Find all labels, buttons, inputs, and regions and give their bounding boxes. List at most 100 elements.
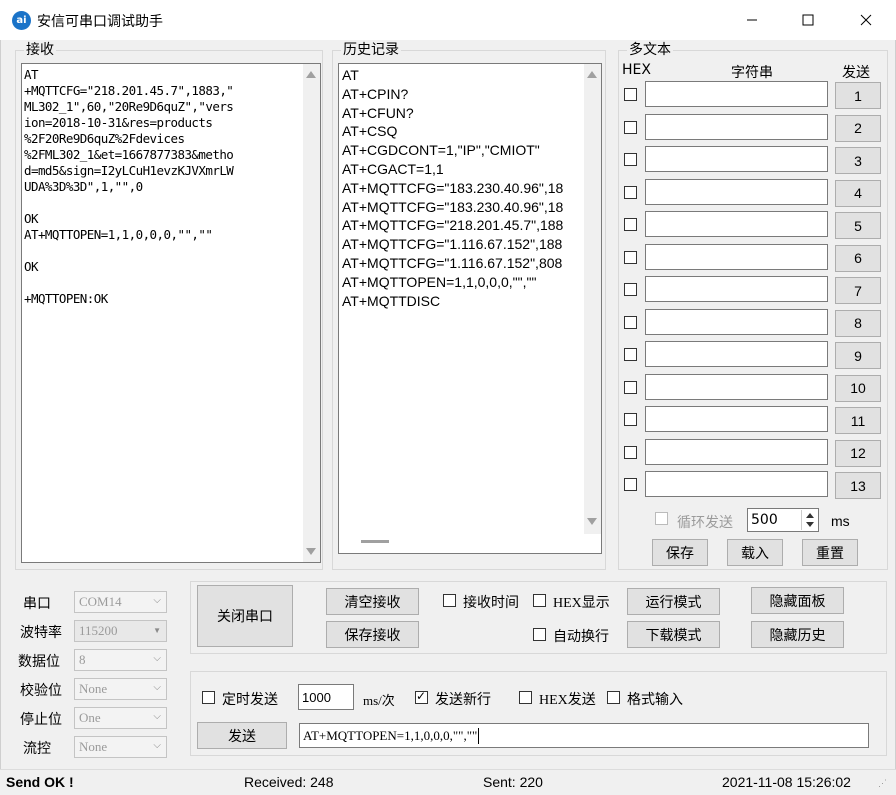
- send-button[interactable]: 发送: [197, 722, 287, 749]
- spin-up-icon[interactable]: [806, 513, 814, 518]
- multitext-hex-checkbox[interactable]: [624, 478, 637, 491]
- reset-multitext-button[interactable]: 重置: [802, 539, 858, 566]
- maximize-button[interactable]: [780, 0, 836, 40]
- databits-select[interactable]: 8 ⌵: [74, 649, 167, 671]
- multitext-hex-checkbox[interactable]: [624, 445, 637, 459]
- multitext-string-input[interactable]: [645, 178, 828, 205]
- multitext-string-input[interactable]: [645, 211, 828, 237]
- multitext-string-input[interactable]: [645, 81, 828, 107]
- chevron-down-icon: ⌵: [153, 653, 161, 664]
- hide-panel-button[interactable]: 隐藏面板: [751, 587, 844, 614]
- multitext-string-input[interactable]: [645, 438, 828, 465]
- multitext-send-button[interactable]: 8: [835, 309, 881, 337]
- scroll-up-icon[interactable]: [587, 71, 597, 78]
- scroll-up-icon[interactable]: [306, 71, 316, 78]
- multitext-hex-checkbox[interactable]: [624, 250, 637, 264]
- timed-send-checkbox[interactable]: [202, 691, 215, 704]
- history-item[interactable]: AT+MQTTCFG="183.230.40.96",18: [342, 198, 580, 217]
- load-multitext-button[interactable]: 载入: [727, 539, 783, 566]
- multitext-string-input[interactable]: [645, 243, 828, 270]
- multitext-string-input[interactable]: [645, 406, 828, 432]
- parity-select[interactable]: None ⌵: [74, 678, 167, 700]
- stopbits-select[interactable]: One ⌵: [74, 707, 167, 729]
- history-vscrollbar[interactable]: [584, 64, 601, 534]
- multitext-send-button[interactable]: 6: [835, 244, 881, 272]
- auto-wrap-checkbox[interactable]: [533, 628, 546, 641]
- multitext-hex-checkbox[interactable]: [624, 348, 637, 361]
- download-mode-button[interactable]: 下载模式: [627, 621, 720, 648]
- spin-down-icon[interactable]: [806, 522, 814, 527]
- interval-unit-label: ms/次: [363, 693, 395, 708]
- receive-textarea[interactable]: AT +MQTTCFG="218.201.45.7",1883," ML302_…: [21, 63, 321, 563]
- multitext-send-button[interactable]: 7: [835, 277, 881, 304]
- close-window-button[interactable]: [838, 0, 894, 40]
- baud-select[interactable]: 115200 ▼: [74, 620, 167, 642]
- history-item[interactable]: AT+MQTTCFG="1.116.67.152",808: [342, 254, 580, 273]
- multitext-hex-checkbox[interactable]: [624, 218, 637, 231]
- multitext-string-input[interactable]: [645, 276, 828, 302]
- history-item[interactable]: AT+MQTTCFG="218.201.45.7",188: [342, 216, 580, 235]
- multitext-send-button[interactable]: 12: [835, 439, 881, 467]
- run-mode-button[interactable]: 运行模式: [627, 588, 720, 615]
- history-item[interactable]: AT+CGACT=1,1: [342, 160, 580, 179]
- title-bar[interactable]: ai 安信可串口调试助手: [0, 0, 896, 40]
- multitext-hex-checkbox[interactable]: [624, 283, 637, 296]
- multitext-string-input[interactable]: [645, 373, 828, 400]
- history-item[interactable]: AT+CFUN?: [342, 104, 580, 123]
- send-input[interactable]: AT+MQTTOPEN=1,1,0,0,0,"","": [299, 723, 869, 748]
- multitext-hex-checkbox[interactable]: [624, 380, 637, 394]
- history-item[interactable]: AT: [342, 66, 580, 85]
- receive-scrollbar[interactable]: [303, 64, 320, 562]
- multitext-string-input[interactable]: [645, 113, 828, 140]
- send-column-header: 发送: [842, 65, 870, 81]
- history-item[interactable]: AT+MQTTCFG="183.230.40.96",18: [342, 179, 580, 198]
- multitext-string-input[interactable]: [645, 341, 828, 367]
- history-item[interactable]: AT+CSQ: [342, 122, 580, 141]
- multitext-string-input[interactable]: [645, 308, 828, 335]
- history-item[interactable]: AT+MQTTDISC: [342, 292, 580, 311]
- history-item[interactable]: AT+CGDCONT=1,"IP","CMIOT": [342, 141, 580, 160]
- resize-grip-icon[interactable]: ⋰: [878, 778, 887, 789]
- multitext-string-input[interactable]: [645, 146, 828, 172]
- multitext-string-input[interactable]: [645, 471, 828, 497]
- multitext-send-button[interactable]: 13: [835, 472, 881, 499]
- port-select[interactable]: COM14 ⌵: [74, 591, 167, 613]
- scroll-down-icon[interactable]: [587, 518, 597, 525]
- multitext-hex-checkbox[interactable]: [624, 153, 637, 166]
- loop-send-checkbox[interactable]: [655, 512, 668, 525]
- multitext-send-button[interactable]: 5: [835, 212, 881, 239]
- close-port-button[interactable]: 关闭串口: [197, 585, 293, 647]
- multitext-send-button[interactable]: 4: [835, 179, 881, 207]
- hide-history-button[interactable]: 隐藏历史: [751, 621, 844, 648]
- hex-display-checkbox[interactable]: [533, 594, 546, 607]
- clear-receive-button[interactable]: 清空接收: [326, 588, 419, 615]
- save-receive-button[interactable]: 保存接收: [326, 621, 419, 648]
- spin-control[interactable]: [801, 510, 817, 530]
- scroll-down-icon[interactable]: [306, 548, 316, 555]
- multitext-hex-checkbox[interactable]: [624, 88, 637, 101]
- hex-send-checkbox[interactable]: [519, 691, 532, 704]
- multitext-send-button[interactable]: 11: [835, 407, 881, 434]
- multitext-hex-checkbox[interactable]: [624, 315, 637, 329]
- multitext-hex-checkbox[interactable]: [624, 185, 637, 199]
- flow-select[interactable]: None ⌵: [74, 736, 167, 758]
- send-newline-checkbox[interactable]: [415, 689, 428, 704]
- receive-time-checkbox[interactable]: [443, 594, 456, 607]
- multitext-send-button[interactable]: 2: [835, 114, 881, 142]
- history-item[interactable]: AT+CPIN?: [342, 85, 580, 104]
- multitext-hex-checkbox[interactable]: [624, 413, 637, 426]
- multitext-send-button[interactable]: 1: [835, 82, 881, 109]
- minimize-button[interactable]: [724, 0, 780, 40]
- multitext-send-button[interactable]: 3: [835, 147, 881, 174]
- multitext-send-button[interactable]: 9: [835, 342, 881, 369]
- multitext-send-button[interactable]: 10: [835, 374, 881, 402]
- save-multitext-button[interactable]: 保存: [652, 539, 708, 566]
- history-list[interactable]: AT AT+CPIN? AT+CFUN? AT+CSQ AT+CGDCONT=1,"IP…: [338, 63, 602, 554]
- multitext-hex-checkbox[interactable]: [624, 120, 637, 134]
- history-hscroll-thumb[interactable]: [361, 540, 389, 543]
- timed-interval-input[interactable]: 1000: [298, 684, 354, 710]
- history-item[interactable]: AT+MQTTOPEN=1,1,0,0,0,"","": [342, 273, 580, 292]
- history-item[interactable]: AT+MQTTCFG="1.116.67.152",188: [342, 235, 580, 254]
- format-input-checkbox[interactable]: [607, 691, 620, 704]
- loop-interval-input[interactable]: 500: [747, 508, 819, 532]
